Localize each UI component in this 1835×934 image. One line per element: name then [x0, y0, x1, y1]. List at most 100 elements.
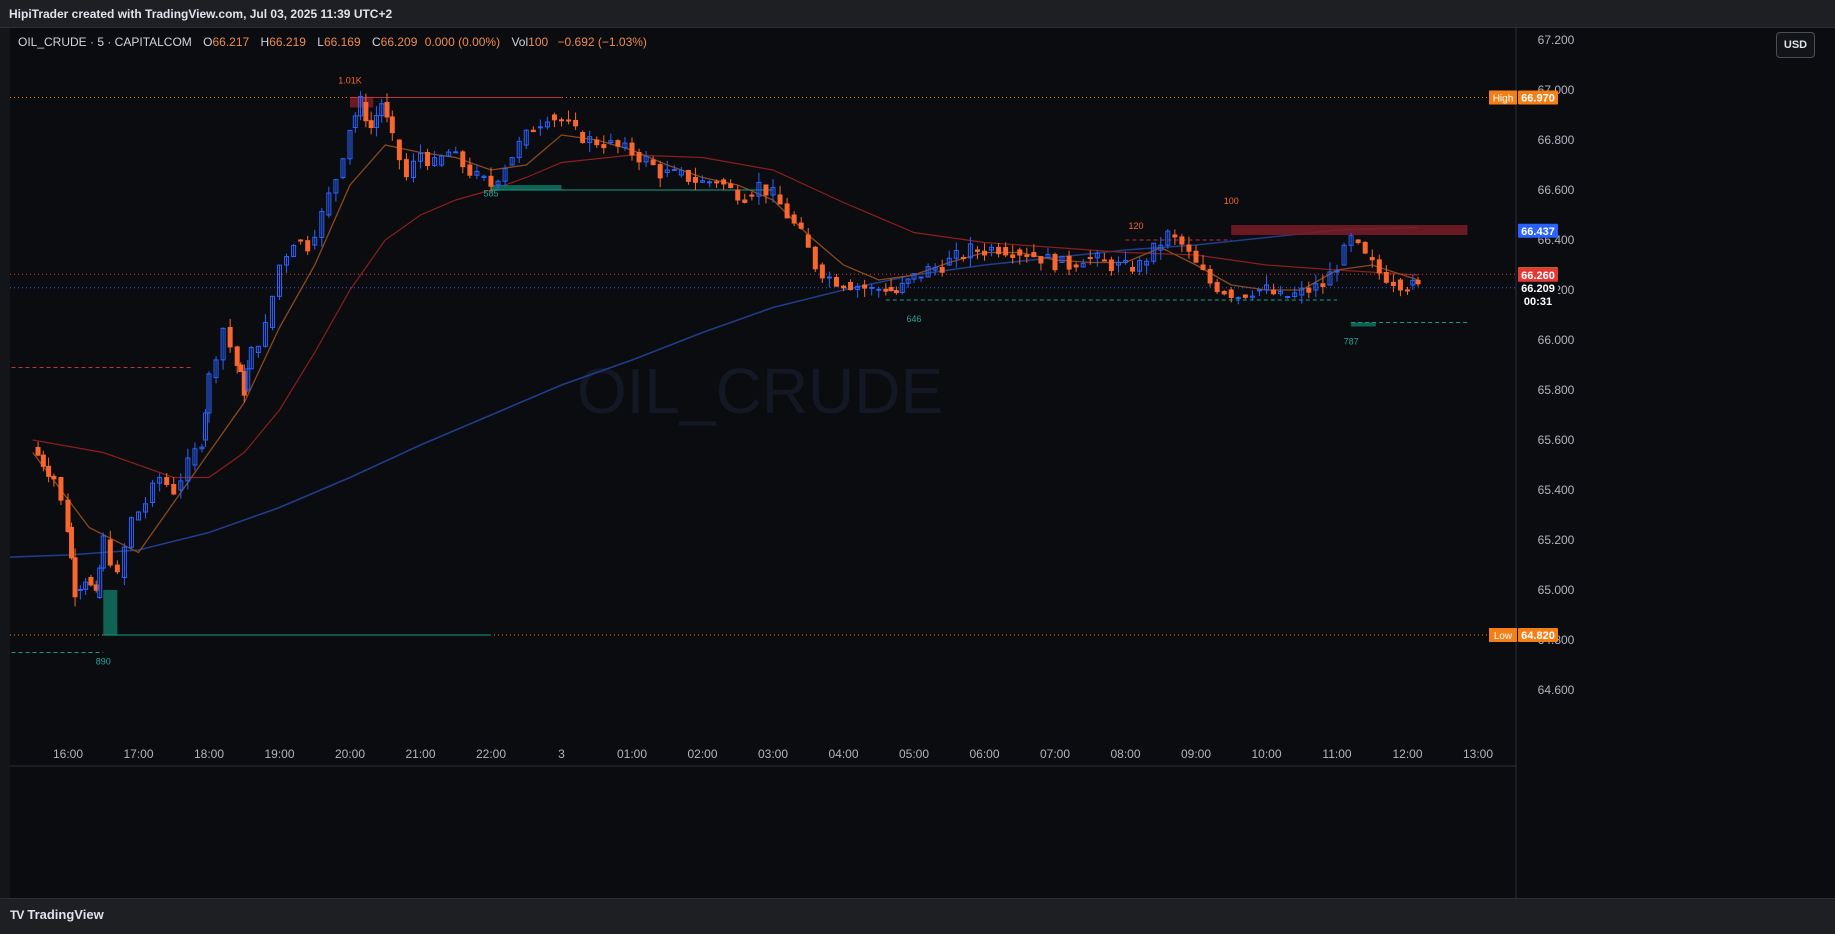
candle-body — [1101, 259, 1107, 262]
candle-body — [77, 588, 83, 591]
price-tick-label: 65.600 — [1538, 433, 1575, 447]
candle-body — [1320, 283, 1326, 288]
candle-body — [650, 159, 656, 166]
time-tick-label: 17:00 — [123, 747, 153, 761]
candle-body — [1024, 254, 1030, 257]
candle-body — [530, 129, 536, 133]
candle-body — [46, 465, 52, 477]
time-tick-label: 22:00 — [476, 747, 506, 761]
time-tick-label: 11:00 — [1322, 747, 1351, 761]
volume-label: 100 — [1224, 196, 1239, 206]
candle-body — [65, 499, 71, 532]
candle-body — [227, 327, 233, 348]
candle-body — [784, 203, 790, 219]
candle-body — [826, 276, 832, 279]
ema-fast-line — [32, 134, 1419, 554]
price-tick-label: 66.600 — [1538, 183, 1575, 197]
candle-body — [594, 139, 600, 146]
ema-slow-line — [32, 154, 1419, 479]
price-tick-label: 65.800 — [1538, 383, 1575, 397]
candle-body — [1334, 270, 1340, 273]
candle-body — [1306, 287, 1312, 293]
currency-button[interactable]: USD — [1776, 32, 1815, 58]
time-tick-label: 09:00 — [1181, 747, 1211, 761]
high-value: 66.219 — [269, 35, 306, 49]
candle-body — [40, 454, 46, 467]
candle-body — [1172, 234, 1178, 238]
time-tick-label: 05:00 — [899, 747, 929, 761]
candle-body — [685, 169, 691, 182]
candle-body — [1235, 296, 1241, 299]
volume-label: 120 — [1129, 221, 1144, 231]
candle-body — [1003, 247, 1009, 256]
candle-body — [1383, 272, 1389, 283]
candle-body — [876, 288, 882, 291]
low-tag-label: Low — [1494, 631, 1513, 642]
candle-body — [728, 183, 734, 189]
volume-label: 585 — [483, 189, 498, 199]
time-tick-label: 02:00 — [687, 747, 717, 761]
volume-label: 1.01K — [338, 76, 362, 86]
candle-body — [869, 286, 875, 289]
candle-body — [425, 152, 431, 166]
candle-body — [777, 194, 783, 205]
candle-body — [893, 290, 899, 294]
candle-body — [939, 267, 945, 273]
left-rail — [0, 28, 10, 898]
candle-body — [298, 239, 304, 242]
candle-body — [171, 483, 177, 495]
top-caption-bar: HipiTrader created with TradingView.com,… — [0, 0, 1835, 28]
candle-body — [1228, 289, 1234, 298]
candle-body — [996, 246, 1002, 255]
time-tick-label: 3 — [558, 747, 565, 761]
chart-area[interactable]: OIL_CRUDE 67.200 67.000 66.800 66.600 66.400 6… — [0, 28, 1774, 898]
close-value: 66.209 — [380, 35, 418, 49]
low-label: L — [317, 35, 324, 49]
price-tick-label: 65.400 — [1538, 483, 1575, 497]
candle-body — [982, 250, 987, 256]
price-tick-label: 64.600 — [1538, 683, 1575, 697]
symbol-label[interactable]: OIL_CRUDE · 5 · CAPITALCOM — [18, 35, 192, 49]
candle-body — [488, 175, 494, 187]
tradingview-logo[interactable]: TV TradingView — [10, 907, 104, 922]
candle-body — [1369, 257, 1375, 261]
candle-body — [537, 126, 543, 129]
candle-body — [1186, 244, 1192, 252]
price-chart[interactable]: OIL_CRUDE67.20067.00066.80066.60066.4006… — [0, 28, 1774, 898]
low-value: 66.169 — [323, 35, 361, 49]
ohlc-legend: OIL_CRUDE · 5 · CAPITALCOM O66.217 H66.2… — [18, 35, 647, 49]
candle-body — [460, 151, 466, 168]
candle-body — [742, 199, 748, 203]
candle-body — [1355, 239, 1361, 243]
candle-body — [107, 539, 113, 566]
time-tick-label: 07:00 — [1040, 747, 1070, 761]
time-tick-label: 20:00 — [335, 747, 365, 761]
price-tick-label: 65.200 — [1538, 533, 1575, 547]
candle-body — [1207, 268, 1213, 284]
time-tick-label: 13:00 — [1463, 747, 1493, 761]
candle-body — [692, 177, 698, 183]
candle-body — [918, 276, 924, 279]
candle-body — [238, 364, 244, 373]
candle-body — [974, 249, 980, 252]
time-tick-label: 06:00 — [969, 747, 999, 761]
candle-body — [862, 284, 868, 289]
candle-body — [798, 222, 804, 229]
candle-body — [580, 132, 586, 143]
candle-body — [51, 475, 57, 480]
candle-body — [114, 564, 120, 573]
change-value: 0.000 (0.00%) — [424, 35, 501, 49]
candle-body — [1052, 253, 1058, 271]
candle-body — [1200, 264, 1206, 270]
price-tick-label: 65.000 — [1538, 583, 1575, 597]
supply-zone — [1231, 225, 1468, 235]
volume-label: Vol — [511, 35, 529, 49]
candle-body — [1010, 254, 1016, 258]
time-tick-label: 16:00 — [53, 747, 83, 761]
candle-body — [1193, 250, 1199, 263]
chart-caption: HipiTrader created with TradingView.com,… — [9, 7, 393, 21]
candle-body — [749, 194, 755, 197]
demand-zone — [491, 185, 562, 190]
candle-body — [888, 287, 894, 292]
candle-body — [1285, 296, 1291, 299]
